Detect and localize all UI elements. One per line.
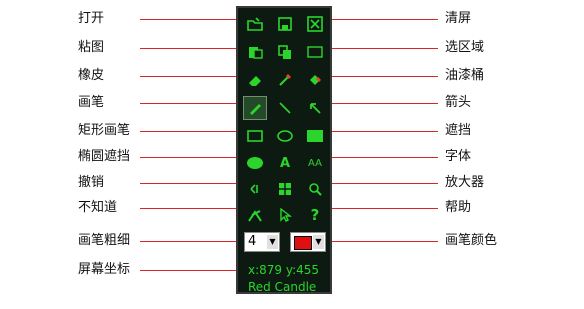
pen-color-swatch [294, 236, 312, 250]
save-icon[interactable] [274, 13, 296, 35]
leader-line [316, 76, 438, 77]
undo-icon[interactable] [244, 178, 266, 200]
filled-ellipse-mask-icon[interactable] [244, 152, 266, 174]
leader-line [316, 103, 438, 104]
pen-color-select[interactable]: ▼ [290, 232, 326, 252]
paste-image-icon[interactable] [244, 41, 266, 63]
leader-line [316, 208, 438, 209]
text-icon[interactable]: A [274, 152, 296, 174]
leader-line [140, 76, 250, 77]
leader-line [316, 19, 438, 20]
label-right: 放大器 [445, 175, 485, 190]
leader-line [316, 48, 438, 49]
screen-coordinates: x:879 y:455 [248, 263, 320, 277]
label-right: 箭头 [445, 95, 472, 110]
label-right: 选区域 [445, 40, 485, 55]
eraser-icon[interactable] [244, 69, 266, 91]
label-right: 遮挡 [445, 123, 472, 138]
leader-line [140, 183, 250, 184]
unknown-tool-icon[interactable] [244, 204, 266, 226]
toolbar-panel: A AA? 4 ▼ ▼ x:879 y:455 Red Candle [236, 6, 332, 294]
arrow-icon[interactable] [304, 97, 326, 119]
leader-line [140, 48, 250, 49]
copy-icon[interactable] [274, 41, 296, 63]
pen-width-value: 4 [248, 234, 257, 249]
leader-line [140, 19, 250, 20]
leader-line [140, 131, 250, 132]
chevron-down-icon: ▼ [267, 235, 278, 249]
help-icon[interactable]: ? [304, 204, 326, 226]
label-right: 油漆桶 [445, 68, 485, 83]
magnifier-icon[interactable] [304, 178, 326, 200]
filled-rectangle-mask-icon[interactable] [304, 125, 326, 147]
leader-line [320, 241, 438, 242]
label-right: 字体 [445, 149, 472, 164]
label-right: 画笔颜色 [445, 233, 498, 248]
paint-bucket-icon[interactable] [304, 69, 326, 91]
grid-icon[interactable] [274, 178, 296, 200]
eyedropper-icon[interactable] [274, 69, 296, 91]
leader-line [140, 103, 250, 104]
leader-line [140, 157, 250, 158]
rectangle-pen-icon[interactable] [244, 125, 266, 147]
label-right: 清屏 [445, 11, 472, 26]
leader-line [140, 208, 250, 209]
chevron-down-icon: ▼ [313, 235, 324, 249]
open-icon[interactable] [244, 13, 266, 35]
ellipse-pen-icon[interactable] [274, 125, 296, 147]
leader-line [140, 241, 240, 242]
font-icon[interactable]: AA [304, 152, 326, 174]
pen-width-select[interactable]: 4 ▼ [244, 232, 280, 252]
leader-line [316, 183, 438, 184]
pen-icon[interactable] [243, 96, 267, 120]
leader-line [316, 131, 438, 132]
label-right: 帮助 [445, 200, 472, 215]
pointer-icon[interactable] [274, 204, 296, 226]
select-region-icon[interactable] [304, 41, 326, 63]
clear-screen-icon[interactable] [304, 13, 326, 35]
line-icon[interactable] [274, 97, 296, 119]
leader-line [140, 270, 246, 271]
leader-line [316, 157, 438, 158]
status-text: Red Candle [248, 280, 317, 294]
